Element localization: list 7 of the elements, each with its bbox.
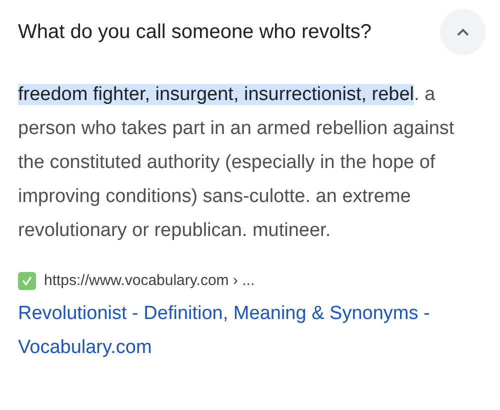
answer-text: freedom fighter, insurgent, insurrectionist, rebel. a person who takes part in an armed rebellion against the constituted authority (especially in the hope of improving conditions) sans-culotte. an extreme revolutionary or republican. mutineer.	[18, 83, 456, 243]
result-link[interactable]: Revolutionist - Definition, Meaning & Synonyms - Vocabulary.com	[18, 296, 488, 364]
question-title: What do you call someone who revolts?	[18, 20, 372, 45]
check-icon	[18, 272, 36, 290]
source-url: https://www.vocabulary.com › ...	[44, 271, 255, 291]
collapse-button[interactable]	[440, 9, 486, 55]
chevron-up-icon	[456, 28, 470, 36]
